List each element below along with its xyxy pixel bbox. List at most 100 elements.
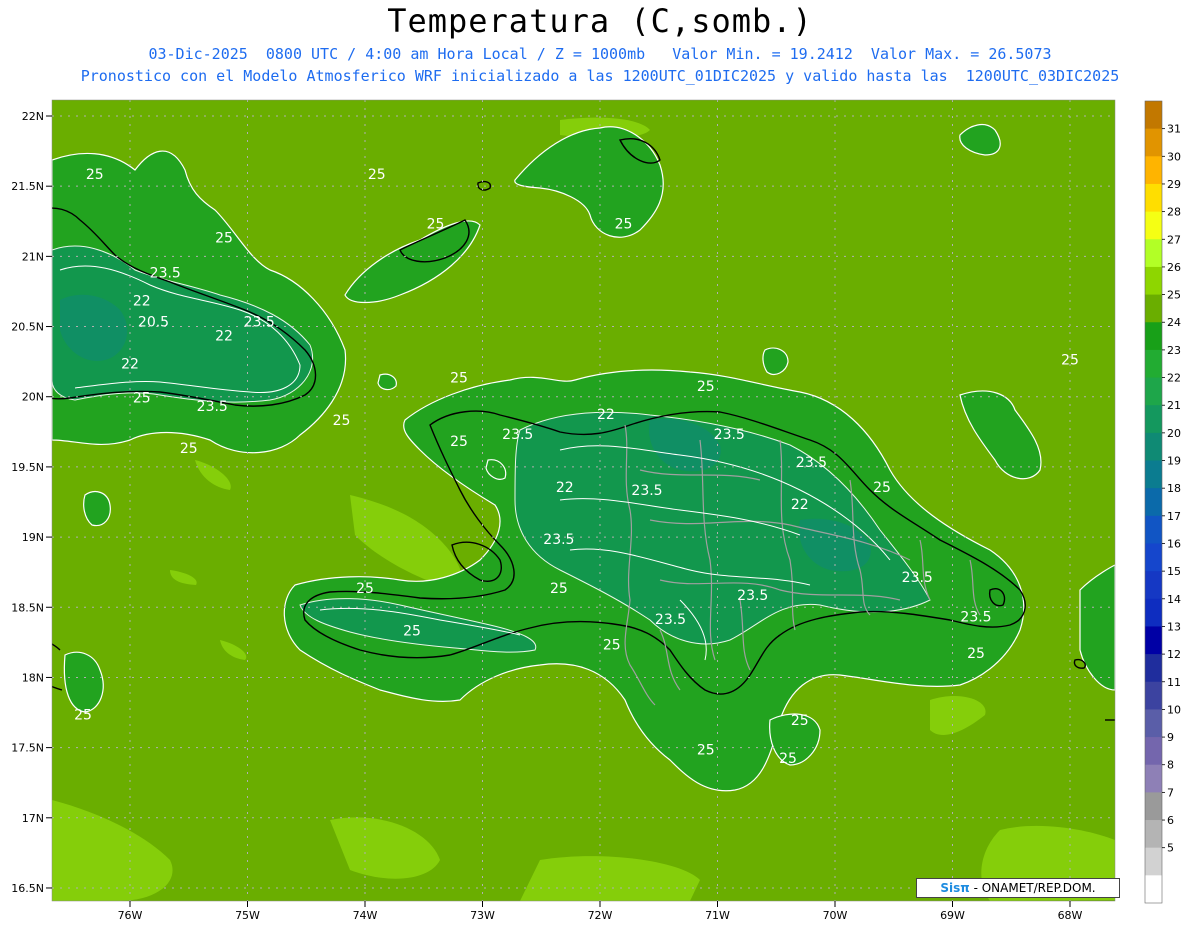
colorbar-label: 27: [1167, 233, 1181, 246]
colorbar-label: 20: [1167, 427, 1181, 440]
credit-text: - ONAMET/REP.DOM.: [969, 881, 1096, 895]
colorbar-label: 28: [1167, 206, 1181, 219]
colorbar-label: 25: [1167, 289, 1181, 302]
lon-tick-label: 69W: [940, 909, 965, 922]
colorbar-label: 17: [1167, 510, 1181, 523]
colorbar-label: 15: [1167, 565, 1181, 578]
colorbar-label: 8: [1167, 759, 1174, 772]
colorbar-label: 29: [1167, 178, 1181, 191]
contour-label: 25: [450, 434, 468, 450]
contour-label: 25: [180, 441, 198, 457]
colorbar-swatch: [1145, 183, 1162, 213]
contour-label: 23.5: [714, 427, 745, 443]
contour-label: 25: [74, 708, 92, 724]
contour-label: 23.5: [655, 612, 686, 628]
colorbar-label: 23: [1167, 344, 1181, 357]
lat-tick-label: 17.5N: [11, 742, 44, 755]
colorbar-label: 12: [1167, 648, 1181, 661]
colorbar-label: 14: [1167, 593, 1181, 606]
lon-tick-label: 72W: [588, 909, 613, 922]
colorbar-swatch: [1145, 349, 1162, 379]
temperature-map: 25 25 25 25 25 23.5 22 20.5 22 23.5 22 25 23.5 25 25 25…: [11, 99, 1181, 922]
colorbar-swatch: [1145, 460, 1162, 489]
contour-label: 23.5: [197, 399, 228, 415]
colorbar-swatch: [1145, 239, 1162, 268]
contour-label: 25: [1061, 352, 1079, 368]
colorbar-label: 18: [1167, 482, 1181, 495]
contour-label: 25: [133, 390, 151, 406]
contour-label: 25: [873, 480, 891, 496]
colorbar-swatch: [1145, 211, 1162, 240]
colorbar-swatch: [1145, 101, 1162, 130]
colorbar-label: 21: [1167, 399, 1181, 412]
colorbar-label: 11: [1167, 676, 1181, 689]
contour-label: 25: [427, 216, 445, 232]
lon-tick-label: 73W: [470, 909, 495, 922]
colorbar-swatch: [1145, 294, 1162, 323]
contour-label: 25: [779, 751, 797, 767]
colorbar-label: 30: [1167, 150, 1181, 163]
contour-label: 22: [556, 480, 574, 496]
contour-label: 22: [597, 407, 615, 423]
contour-label: 25: [603, 637, 621, 653]
lat-tick-label: 16.5N: [11, 882, 44, 895]
colorbar-label: 6: [1167, 814, 1174, 827]
longitude-axis: 76W 75W 74W 73W 72W 71W 70W 69W 68W: [118, 901, 1083, 922]
latitude-axis: 22N 21.5N 21N 20.5N 20N 19.5N 19N 18.5N 18N 17.5N…: [11, 110, 52, 895]
contour-label: 25: [791, 713, 809, 729]
colorbar-swatch: [1145, 322, 1162, 351]
colorbar-swatch: [1145, 654, 1162, 683]
contour-label: 23.5: [960, 609, 991, 625]
contour-label: 22: [133, 293, 151, 309]
lat-tick-label: 19N: [22, 531, 44, 544]
colorbar-swatch: [1145, 626, 1162, 655]
colorbar-swatch: [1145, 266, 1162, 296]
lat-tick-label: 18N: [22, 671, 44, 684]
lat-tick-label: 17N: [22, 812, 44, 825]
colorbar-swatch: [1145, 128, 1162, 157]
contour-label: 25: [403, 623, 421, 639]
colorbar-swatch: [1145, 792, 1162, 821]
lon-tick-label: 68W: [1058, 909, 1083, 922]
contour-label: 25: [368, 167, 386, 183]
temperature-colorbar: 31 30 29 28 27 26 25 24 23 22 21 20 19 18 17 16 15 14 13 12…: [1144, 100, 1181, 904]
colorbar-swatch: [1145, 875, 1162, 904]
colorbar-swatch: [1145, 405, 1162, 434]
contour-label: 25: [450, 371, 468, 387]
colorbar-swatch: [1145, 764, 1162, 793]
colorbar-label: 26: [1167, 261, 1181, 274]
colorbar-label: 7: [1167, 786, 1174, 799]
colorbar-swatch: [1145, 515, 1162, 544]
contour-label: 25: [356, 581, 374, 597]
colorbar-swatch: [1145, 432, 1162, 462]
colorbar-label: 9: [1167, 731, 1174, 744]
credit-box: Sisπ - ONAMET/REP.DOM.: [916, 878, 1120, 898]
colorbar-label: 13: [1167, 620, 1181, 633]
colorbar-label: 5: [1167, 842, 1174, 855]
contour-label: 25: [86, 167, 104, 183]
contour-label: 25: [967, 646, 985, 662]
colorbar-label: 16: [1167, 537, 1181, 550]
contour-label: 25: [550, 581, 568, 597]
contour-label: 22: [121, 357, 139, 373]
colorbar-swatch: [1145, 847, 1162, 876]
colorbar-label: 24: [1167, 316, 1181, 329]
lon-tick-label: 75W: [235, 909, 260, 922]
contour-label: 25: [615, 216, 633, 232]
contour-label: 23.5: [902, 570, 933, 586]
sispi-logo: Sisπ: [940, 881, 970, 895]
lat-tick-label: 22N: [22, 110, 44, 123]
contour-label: 25: [215, 230, 233, 246]
lat-tick-label: 21.5N: [11, 180, 44, 193]
colorbar-swatch: [1145, 543, 1162, 572]
colorbar-label: 19: [1167, 455, 1181, 468]
contour-label: 23.5: [244, 315, 275, 331]
contour-label: 23.5: [150, 265, 181, 281]
colorbar-label: 31: [1167, 123, 1181, 136]
contour-label: 23.5: [631, 483, 662, 499]
contour-label: 25: [1120, 458, 1138, 474]
contour-label: 25: [333, 413, 351, 429]
lon-tick-label: 76W: [118, 909, 143, 922]
colorbar-swatch: [1145, 737, 1162, 766]
contour-label: 22: [791, 497, 809, 513]
